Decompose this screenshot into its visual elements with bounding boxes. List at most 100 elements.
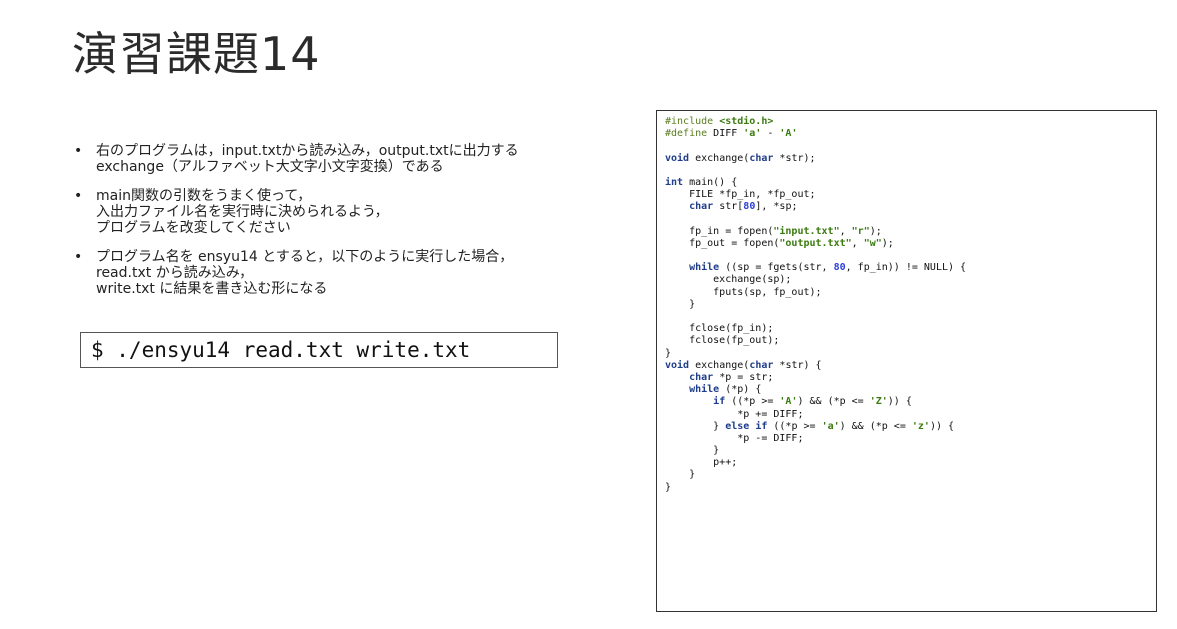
bullet-text-line: main関数の引数をうまく使って， (96, 188, 312, 204)
code-token: while (689, 262, 720, 274)
code-line: *p -= DIFF; (665, 433, 1148, 445)
code-line: *p += DIFF; (665, 409, 1148, 421)
code-token: char (689, 371, 714, 383)
code-line: } (665, 482, 1148, 494)
code-token: ) && (*p <= (839, 420, 912, 432)
code-token: 'z' (911, 420, 930, 432)
code-token: ) && (*p <= (797, 396, 870, 408)
code-listing-box: #include <stdio.h> #define DIFF 'a' - 'A'… (656, 110, 1157, 612)
code-token: } (665, 481, 672, 493)
code-line: } (665, 348, 1148, 360)
code-token: )) { (929, 420, 955, 432)
code-token: p++; (665, 457, 738, 469)
code-line: while ((sp = fgets(str, 80, fp_in)) != N… (665, 262, 1148, 274)
code-line: fp_in = fopen("input.txt", "r"); (665, 226, 1148, 238)
code-token: *p = str; (713, 371, 774, 383)
code-token: *p += DIFF; (665, 408, 804, 420)
code-token: main() { (683, 176, 738, 188)
code-token: DIFF (713, 128, 744, 140)
code-line: void exchange(char *str) { (665, 360, 1148, 372)
code-line: } else if ((*p >= 'a') && (*p <= 'z')) { (665, 421, 1148, 433)
code-line: fclose(fp_in); (665, 323, 1148, 335)
bullet-item-program-description: 右のプログラムは，input.txtから読み込み，output.txtに出力する… (72, 143, 632, 175)
code-token: 80 (833, 262, 846, 274)
code-line: FILE *fp_in, *fp_out; (665, 189, 1148, 201)
bullet-text-line: プログラムを改変してください (96, 220, 291, 236)
code-listing: #include <stdio.h> #define DIFF 'a' - 'A'… (665, 116, 1148, 494)
code-line: p++; (665, 457, 1148, 469)
code-token: - (761, 128, 780, 140)
bullet-item-usage-example: プログラム名を ensyu14 とすると，以下のように実行した場合， read.… (72, 249, 632, 297)
bullet-text-line: プログラム名を ensyu14 とすると，以下のように実行した場合， (96, 249, 514, 265)
code-token: } (665, 347, 672, 359)
code-token: else if (725, 420, 768, 432)
code-token: ], *sp; (755, 201, 798, 213)
code-token: "input.txt" (773, 225, 840, 237)
code-token: 'A' (779, 128, 798, 140)
code-line: char str[80], *sp; (665, 201, 1148, 213)
code-line: while (*p) { (665, 384, 1148, 396)
code-token: } (665, 298, 696, 310)
bullet-text-line: read.txt から読み込み， (96, 265, 254, 281)
code-line: #include <stdio.h> (665, 116, 1148, 128)
code-token: FILE *fp_in, *fp_out; (665, 189, 816, 201)
code-token: } (665, 469, 696, 481)
code-token: } (665, 445, 720, 457)
code-token: *str); (773, 152, 816, 164)
bullet-text-line: 入出力ファイル名を実行時に決められるよう， (96, 204, 389, 220)
code-token: char (749, 359, 774, 371)
code-token: ((sp = fgets(str, (719, 262, 834, 274)
code-token: *str) { (773, 359, 822, 371)
code-token: exchange(sp); (665, 274, 792, 286)
bullet-list: 右のプログラムは，input.txtから読み込み，output.txtに出力する… (72, 143, 632, 310)
code-token: while (689, 384, 720, 396)
code-token: char (689, 201, 714, 213)
code-token: ); (881, 237, 894, 249)
code-token: void (665, 359, 690, 371)
code-line: fp_out = fopen("output.txt", "w"); (665, 238, 1148, 250)
code-line: } (665, 469, 1148, 481)
code-line: char *p = str; (665, 372, 1148, 384)
code-token: fclose(fp_out); (665, 335, 780, 347)
code-token: exchange( (689, 359, 750, 371)
code-token: <stdio.h> (719, 116, 774, 127)
code-line: if ((*p >= 'A') && (*p <= 'Z')) { (665, 396, 1148, 408)
code-token: str[ (713, 201, 744, 213)
code-token: 'A' (779, 396, 798, 408)
code-token: , (839, 225, 852, 237)
code-token: if (713, 396, 726, 408)
bullet-text-line: exchange（アルファベット大文字小文字変換）である (96, 159, 444, 175)
code-token: 'a' (743, 128, 762, 140)
code-token: void (665, 152, 690, 164)
code-token: )) { (887, 396, 912, 408)
code-token: , fp_in)) != NULL) { (845, 262, 967, 274)
bullet-text-line: write.txt に結果を書き込む形になる (96, 281, 328, 297)
code-token: *p -= DIFF; (665, 432, 804, 444)
code-token: int (665, 176, 684, 188)
code-line: fclose(fp_out); (665, 335, 1148, 347)
code-token: char (749, 152, 774, 164)
code-line: fputs(sp, fp_out); (665, 287, 1148, 299)
code-token: #define (665, 128, 714, 140)
code-line: #define DIFF 'a' - 'A' (665, 128, 1148, 140)
bullet-item-task: main関数の引数をうまく使って， 入出力ファイル名を実行時に決められるよう， … (72, 188, 632, 236)
code-line: exchange(sp); (665, 274, 1148, 286)
code-token: ); (869, 225, 882, 237)
code-token: 80 (743, 201, 756, 213)
code-token: fclose(fp_in); (665, 323, 774, 335)
bullet-text-line: 右のプログラムは，input.txtから読み込み，output.txtに出力する (96, 143, 519, 159)
code-token: 'a' (821, 420, 840, 432)
code-line: void exchange(char *str); (665, 153, 1148, 165)
code-line: } (665, 445, 1148, 457)
slide-title: 演習課題14 (72, 27, 321, 81)
code-token: ((*p >= (767, 420, 822, 432)
